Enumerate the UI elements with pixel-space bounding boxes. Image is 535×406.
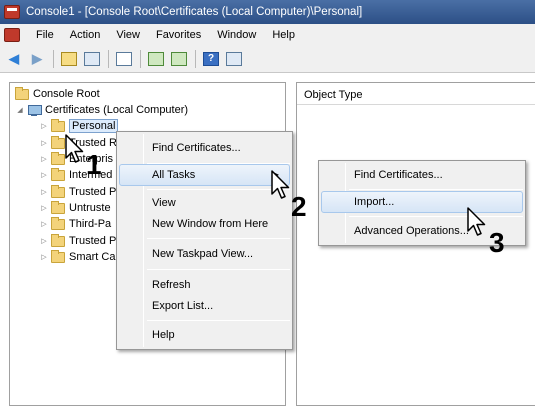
menu-bar: File Action View Favorites Window Help: [0, 24, 535, 45]
folder-icon: [51, 135, 65, 149]
tree-label: Trusted P: [69, 235, 117, 247]
tree-label: Trusted P: [69, 186, 117, 198]
expand-arrow-icon[interactable]: ▷: [39, 253, 49, 261]
mmc-app-icon[interactable]: [4, 5, 20, 19]
tree-label: Personal: [69, 119, 119, 133]
collapse-arrow-icon[interactable]: ◢: [15, 106, 25, 114]
column-header-object-type[interactable]: Object Type: [297, 83, 535, 105]
folder-icon: [51, 216, 65, 230]
menu-item-all-tasks[interactable]: All Tasks ▶: [119, 164, 290, 186]
menu-separator: [147, 269, 290, 270]
menu-view[interactable]: View: [108, 25, 148, 45]
tree-node-smart-card[interactable]: ▷ Smart Ca: [39, 249, 115, 265]
menu-action[interactable]: Action: [62, 25, 109, 45]
properties-icon[interactable]: [114, 49, 134, 69]
help-icon[interactable]: ?: [201, 49, 221, 69]
menu-item-label: All Tasks: [152, 169, 196, 181]
mouse-pointer-icon: [467, 207, 486, 236]
context-menu: Find Certificates... All Tasks ▶ View Ne…: [116, 131, 293, 350]
menu-file[interactable]: File: [28, 25, 62, 45]
tree-label: Untruste: [69, 202, 111, 214]
menu-item-export-list[interactable]: Export List...: [119, 295, 290, 317]
folder-icon: [15, 86, 29, 100]
window-title: Console1 - [Console Root\Certificates (L…: [26, 6, 363, 18]
menu-item-view[interactable]: View: [119, 192, 290, 214]
show-hide-tree-icon[interactable]: [82, 49, 102, 69]
tree-node-certificates[interactable]: ◢ Certificates (Local Computer): [15, 102, 188, 118]
title-bar: Console1 - [Console Root\Certificates (L…: [0, 0, 535, 24]
tree-label: Console Root: [33, 88, 100, 100]
refresh-icon[interactable]: [146, 49, 166, 69]
menu-item-find-certificates[interactable]: Find Certificates...: [119, 137, 290, 159]
folder-icon: [51, 184, 65, 198]
step-number-3: 3: [489, 227, 505, 258]
tree-label: Smart Ca: [69, 251, 116, 263]
tree-node-console-root[interactable]: Console Root: [15, 86, 100, 102]
toolbar-separator: [108, 49, 109, 68]
expand-arrow-icon[interactable]: ▷: [39, 122, 49, 130]
menu-help[interactable]: Help: [264, 25, 303, 45]
step-number-1: 1: [86, 149, 102, 180]
toolbar: ◀ ▶ ?: [0, 45, 535, 73]
submenu-item-find-certificates[interactable]: Find Certificates...: [321, 164, 523, 186]
menu-separator: [147, 320, 290, 321]
expand-arrow-icon[interactable]: ▷: [39, 139, 49, 147]
forward-arrow-icon[interactable]: ▶: [27, 49, 47, 69]
toolbar-separator: [53, 49, 54, 68]
computer-icon: [27, 104, 42, 116]
expand-arrow-icon[interactable]: ▷: [39, 220, 49, 228]
folder-icon: [51, 151, 65, 165]
expand-arrow-icon[interactable]: ▷: [39, 204, 49, 212]
mouse-pointer-icon: [271, 170, 290, 199]
menu-separator: [349, 216, 523, 217]
console-icon[interactable]: [224, 49, 244, 69]
menu-separator: [147, 238, 290, 239]
console-menu-icon[interactable]: [4, 27, 20, 42]
submenu-item-import[interactable]: Import...: [321, 191, 523, 213]
folder-icon: [51, 249, 65, 263]
expand-arrow-icon[interactable]: ▷: [39, 155, 49, 163]
menu-item-new-window[interactable]: New Window from Here: [119, 213, 290, 235]
up-folder-icon[interactable]: [59, 49, 79, 69]
tree-label: Third-Pa: [69, 218, 112, 230]
back-arrow-icon[interactable]: ◀: [4, 49, 24, 69]
menu-item-help[interactable]: Help: [119, 324, 290, 346]
tree-label: Certificates (Local Computer): [45, 104, 189, 116]
tree-node-trusted-publishers[interactable]: ▷ Trusted P: [39, 184, 116, 200]
tree-node-personal[interactable]: ▷ Personal: [39, 118, 119, 134]
step-number-2: 2: [291, 191, 307, 222]
menu-item-new-taskpad-view[interactable]: New Taskpad View...: [119, 243, 290, 265]
menu-window[interactable]: Window: [209, 25, 264, 45]
folder-icon: [51, 233, 65, 247]
tree-node-third-party[interactable]: ▷ Third-Pa: [39, 216, 111, 232]
mouse-pointer-icon: [65, 134, 84, 163]
expand-arrow-icon[interactable]: ▷: [39, 188, 49, 196]
tree-node-trusted-people[interactable]: ▷ Trusted P: [39, 233, 116, 249]
folder-icon: [51, 200, 65, 214]
folder-icon: [51, 118, 65, 132]
menu-separator: [349, 189, 523, 190]
toolbar-separator: [140, 49, 141, 68]
menu-favorites[interactable]: Favorites: [148, 25, 209, 45]
export-icon[interactable]: [169, 49, 189, 69]
expand-arrow-icon[interactable]: ▷: [39, 171, 49, 179]
menu-item-refresh[interactable]: Refresh: [119, 274, 290, 296]
tree-node-untrusted[interactable]: ▷ Untruste: [39, 200, 111, 216]
folder-icon: [51, 167, 65, 181]
expand-arrow-icon[interactable]: ▷: [39, 237, 49, 245]
menu-separator: [147, 189, 290, 190]
toolbar-separator: [195, 49, 196, 68]
